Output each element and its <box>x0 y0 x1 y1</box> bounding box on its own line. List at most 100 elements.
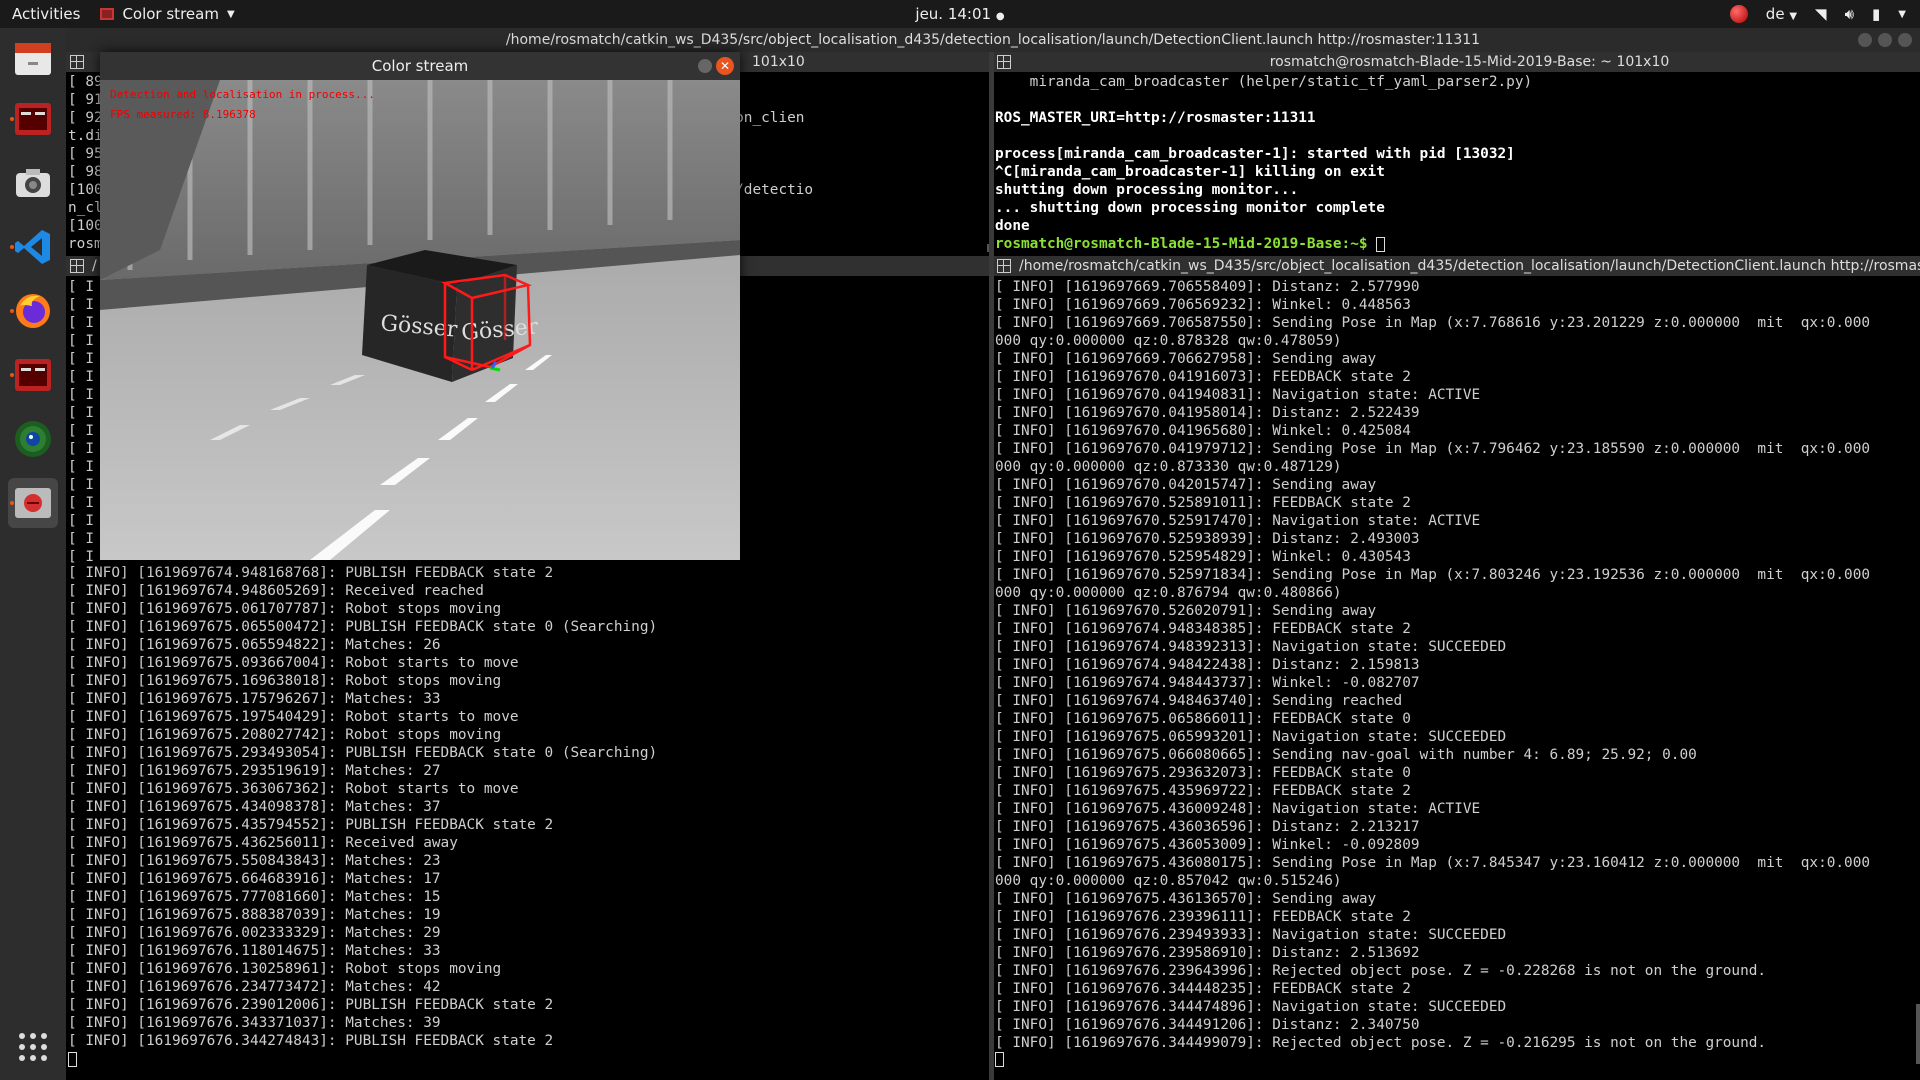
terminal-line: [ INFO] [1619697676.239586910]: Distanz:… <box>995 945 1420 961</box>
volume-icon: 🔊︎ <box>1844 5 1855 23</box>
keyboard-layout[interactable]: de ▼ <box>1766 5 1797 23</box>
terminal-split-icon[interactable] <box>70 55 84 69</box>
apps-grid-icon[interactable] <box>8 1022 58 1072</box>
terminal-line: [ INFO] [1619697675.065866011]: FEEDBACK… <box>995 711 1411 727</box>
terminal-line: [ INFO] [1619697675.434098378]: Matches:… <box>68 799 441 815</box>
terminal-line: [ INFO] [1619697675.066080665]: Sending … <box>995 747 1697 763</box>
overlay-status: Detection and localisation in process... <box>110 88 375 101</box>
terminal-line: [ INFO] [1619697675.093667004]: Robot st… <box>68 655 519 671</box>
terminal-line: [ INFO] [1619697675.065500472]: PUBLISH … <box>68 619 658 635</box>
terminal-line: [ INFO] [1619697675.888387039]: Matches:… <box>68 907 441 923</box>
globe-icon[interactable] <box>8 414 58 464</box>
terminal-line: [ INFO] [1619697675.436080175]: Sending … <box>995 855 1871 871</box>
terminal-line: [ INFO] [1619697675.293632073]: FEEDBACK… <box>995 765 1411 781</box>
terminal-line: [ INFO] [1619697676.118014675]: Matches:… <box>68 943 441 959</box>
terminal-line: [ INFO] [1619697675.436053009]: Winkel: … <box>995 837 1420 853</box>
terminal-line: [ INFO] [1619697670.525917470]: Navigati… <box>995 513 1481 529</box>
close-button[interactable]: ✕ <box>716 57 734 75</box>
terminal-line: [ INFO] [1619697675.436009248]: Navigati… <box>995 801 1481 817</box>
window-title: /home/rosmatch/catkin_ws_D435/src/object… <box>505 32 1481 48</box>
terminal-line: [ INFO] [1619697675.293519619]: Matches:… <box>68 763 441 779</box>
terminal-line: [ INFO] [1619697676.344474896]: Navigati… <box>995 999 1507 1015</box>
window-titlebar[interactable]: /home/rosmatch/catkin_ws_D435/src/object… <box>66 28 1920 52</box>
terminal-line: [ INFO] [1619697675.435794552]: PUBLISH … <box>68 817 554 833</box>
vscode-icon[interactable] <box>8 222 58 272</box>
terminal-line: [ INFO] [1619697676.239396111]: FEEDBACK… <box>995 909 1411 925</box>
terminal-top-right[interactable]: rosmatch@rosmatch-Blade-15-Mid-2019-Base… <box>993 52 1920 254</box>
terminal-line: 000 qy:0.000000 qz:0.876794 qw:0.480866) <box>995 585 1342 601</box>
ros-indicator-icon[interactable] <box>1729 5 1748 23</box>
app-menu-label: Color stream <box>122 5 219 23</box>
terminal-titlebar[interactable]: /home/rosmatch/catkin_ws_D435/src/object… <box>993 256 1920 276</box>
terminal-cursor <box>995 1050 1920 1068</box>
terminal-line: [ INFO] [1619697675.664683916]: Matches:… <box>68 871 441 887</box>
camera-icon[interactable] <box>8 158 58 208</box>
record-icon[interactable] <box>8 478 58 528</box>
terminal-line: [ INFO] [1619697676.344491206]: Distanz:… <box>995 1017 1420 1033</box>
terminal-bottom-right[interactable]: /home/rosmatch/catkin_ws_D435/src/object… <box>993 256 1920 1080</box>
pane-divider[interactable] <box>989 52 994 1080</box>
terminal-title: /home/rosmatch/catkin_ws_D435/src/object… <box>1019 258 1920 274</box>
terminal-titlebar[interactable]: rosmatch@rosmatch-Blade-15-Mid-2019-Base… <box>993 52 1920 72</box>
terminal-line: [ INFO] [1619697674.948443737]: Winkel: … <box>995 675 1420 691</box>
terminal-line: [ INFO] [1619697674.948348385]: FEEDBACK… <box>995 621 1411 637</box>
terminal-line: [ INFO] [1619697669.706627958]: Sending … <box>995 351 1377 367</box>
color-stream-title: Color stream <box>371 57 469 75</box>
top-bar: Activities Color stream ▼ jeu. 14:01 ● d… <box>0 0 1920 28</box>
camera-image: Gösser Gösser Detection and localisation… <box>100 80 740 560</box>
app-menu[interactable]: Color stream ▼ <box>100 5 235 23</box>
terminal-line: [ INFO] [1619697676.239493933]: Navigati… <box>995 927 1507 943</box>
color-stream-titlebar[interactable]: Color stream ✕ <box>100 52 740 80</box>
terminal-line: [ INFO] [1619697675.169638018]: Robot st… <box>68 673 502 689</box>
app-icon <box>100 8 115 20</box>
terminal-line: [ INFO] [1619697675.061707787]: Robot st… <box>68 601 502 617</box>
wifi-icon: ◥ <box>1815 5 1827 23</box>
terminal-output: miranda_cam_broadcaster (helper/static_t… <box>995 73 1920 253</box>
chevron-down-icon: ▼ <box>226 8 235 20</box>
system-tray[interactable]: de ▼ ◥ 🔊︎ ▮ ▼ <box>1729 5 1906 23</box>
minimize-button[interactable] <box>698 59 712 73</box>
maximize-button[interactable] <box>1878 33 1892 47</box>
terminal-line: [ INFO] [1619697669.706569232]: Winkel: … <box>995 297 1411 313</box>
terminal-split-icon[interactable] <box>997 55 1011 69</box>
terminal-line: [ INFO] [1619697675.065594822]: Matches:… <box>68 637 441 653</box>
battery-icon: ▮ <box>1872 5 1881 23</box>
dock <box>0 28 66 1080</box>
terminal-line: [ INFO] [1619697675.293493054]: PUBLISH … <box>68 745 658 761</box>
clock[interactable]: jeu. 14:01 ● <box>915 5 1004 23</box>
terminal-line: [ INFO] [1619697669.706587550]: Sending … <box>995 315 1871 331</box>
terminal-line: [ INFO] [1619697676.344448235]: FEEDBACK… <box>995 981 1411 997</box>
terminal-line: 000 qy:0.000000 qz:0.878328 qw:0.478059) <box>995 333 1342 349</box>
activities-button[interactable]: Activities <box>12 5 80 23</box>
terminal-split-icon[interactable] <box>997 259 1011 273</box>
terminal-line: miranda_cam_broadcaster (helper/static_t… <box>995 74 1533 90</box>
color-stream-window[interactable]: Color stream ✕ Gösser Gösser Detection a… <box>100 52 740 560</box>
scrollbar[interactable] <box>1916 1004 1920 1064</box>
firefox-icon[interactable] <box>8 286 58 336</box>
terminal-split-icon[interactable] <box>70 259 84 273</box>
terminal-line: ... shutting down processing monitor com… <box>995 200 1385 216</box>
terminal-line: [ INFO] [1619697675.197540429]: Robot st… <box>68 709 519 725</box>
terminal-line: [ INFO] [1619697670.526020791]: Sending … <box>995 603 1377 619</box>
terminal2-icon[interactable] <box>8 350 58 400</box>
terminal-output: [ INFO] [1619697674.948168768]: PUBLISH … <box>68 564 991 1050</box>
close-button[interactable] <box>1898 33 1912 47</box>
terminal-icon[interactable] <box>8 94 58 144</box>
terminal-line: [ INFO] [1619697675.436136570]: Sending … <box>995 891 1377 907</box>
cursor <box>1376 236 1386 252</box>
terminal-line: [ INFO] [1619697669.706558409]: Distanz:… <box>995 279 1420 295</box>
terminal-line: ROS_MASTER_URI=http://rosmaster:11311 <box>995 110 1316 126</box>
terminal-line: [ INFO] [1619697675.777081660]: Matches:… <box>68 889 441 905</box>
minimize-button[interactable] <box>1858 33 1872 47</box>
prompt-text: rosmatch@rosmatch-Blade-15-Mid-2019-Base… <box>995 236 1377 252</box>
terminal-line: [ INFO] [1619697670.041916073]: FEEDBACK… <box>995 369 1411 385</box>
terminal-title: rosmatch@rosmatch-Blade-15-Mid-2019-Base… <box>1269 54 1670 70</box>
terminal-line: [ INFO] [1619697675.436036596]: Distanz:… <box>995 819 1420 835</box>
files-icon[interactable] <box>8 34 58 84</box>
terminal-line: [ INFO] [1619697670.042015747]: Sending … <box>995 477 1377 493</box>
terminal-line: [ INFO] [1619697670.525954829]: Winkel: … <box>995 549 1411 565</box>
terminal-line: shutting down processing monitor... <box>995 182 1299 198</box>
terminal-line: [ INFO] [1619697675.436256011]: Received… <box>68 835 458 851</box>
terminal-line: [ INFO] [1619697670.525938939]: Distanz:… <box>995 531 1420 547</box>
terminal-line: [ INFO] [1619697675.550843843]: Matches:… <box>68 853 441 869</box>
